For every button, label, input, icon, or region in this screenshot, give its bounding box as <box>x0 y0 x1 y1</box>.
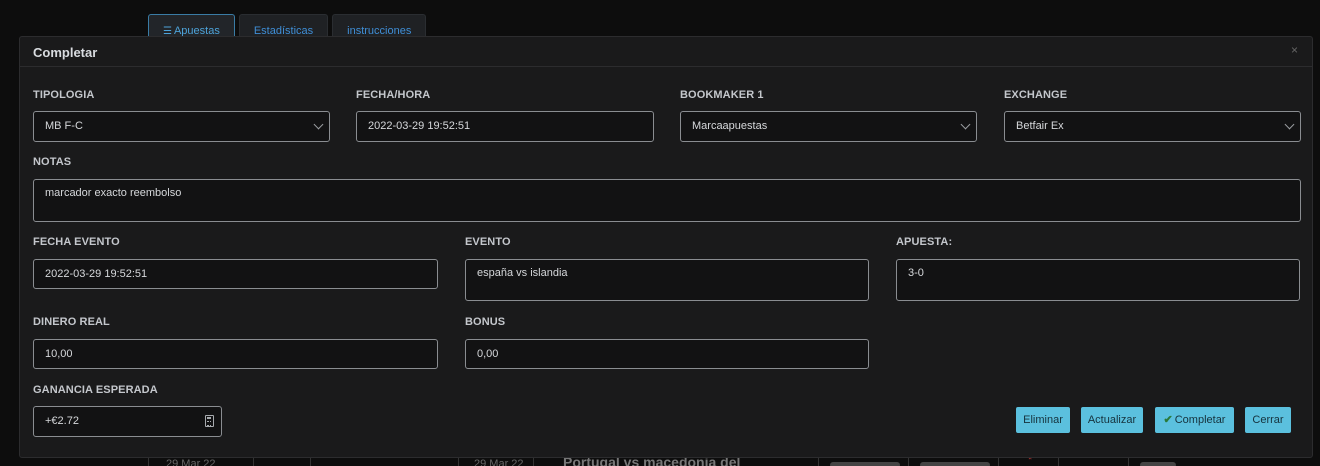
modal-header: Completar × <box>20 37 1312 67</box>
tipologia-select[interactable]: MB F-C <box>33 111 330 142</box>
completar-modal: Completar × TIPOLOGIA MB F-C FECHA/HORA … <box>19 36 1313 458</box>
row-date: 29 Mar 22 <box>474 458 524 466</box>
ganancia-value: +€2.72 <box>45 415 79 427</box>
notas-label: NOTAS <box>33 156 72 168</box>
cerrar-button[interactable]: Cerrar <box>1245 407 1291 433</box>
ganancia-input[interactable]: +€2.72 <box>33 406 222 437</box>
completar-button[interactable]: ✔ Completar <box>1155 407 1234 433</box>
bonus-value: 0,00 <box>477 348 499 360</box>
exchange-select[interactable]: Betfair Ex <box>1004 111 1301 142</box>
row-date: 29 Mar 22 <box>166 458 216 466</box>
actualizar-button[interactable]: Actualizar <box>1081 407 1143 433</box>
fecha-evento-value: 2022-03-29 19:52:51 <box>45 268 148 280</box>
row-chip <box>830 462 900 466</box>
fecha-hora-input[interactable]: 2022-03-29 19:52:51 <box>356 111 654 142</box>
check-icon: ✔ <box>1163 414 1173 426</box>
row-chip <box>920 462 990 466</box>
tipologia-value: MB F-C <box>45 120 83 132</box>
bonus-label: BONUS <box>465 316 506 328</box>
ganancia-label: GANANCIA ESPERADA <box>33 384 158 396</box>
exchange-label: EXCHANGE <box>1004 89 1068 101</box>
fecha-hora-label: FECHA/HORA <box>356 89 431 101</box>
fecha-hora-value: 2022-03-29 19:52:51 <box>368 120 471 132</box>
eliminar-button[interactable]: Eliminar <box>1016 407 1070 433</box>
tipologia-label: TIPOLOGIA <box>33 89 95 101</box>
apuesta-label: APUESTA: <box>896 236 953 248</box>
dinero-real-input[interactable]: 10,00 <box>33 339 438 369</box>
modal-title: Completar <box>33 45 98 60</box>
completar-button-label: Completar <box>1174 414 1226 426</box>
apuesta-textarea[interactable]: 3-0 <box>896 259 1300 301</box>
close-icon[interactable]: × <box>1291 43 1298 57</box>
notas-textarea[interactable]: marcador exacto reembolso <box>33 179 1301 222</box>
evento-textarea[interactable]: españa vs islandia <box>465 259 869 301</box>
bookmaker-select[interactable]: Marcaapuestas <box>680 111 977 142</box>
evento-value: españa vs islandia <box>477 267 568 279</box>
bonus-input[interactable]: 0,00 <box>465 339 869 369</box>
fecha-evento-input[interactable]: 2022-03-29 19:52:51 <box>33 259 438 289</box>
chevron-down-icon <box>313 119 324 130</box>
apuesta-value: 3-0 <box>908 267 924 279</box>
chevron-down-icon <box>1284 119 1295 130</box>
fecha-evento-label: FECHA EVENTO <box>33 236 120 248</box>
dinero-real-label: DINERO REAL <box>33 316 110 328</box>
chevron-down-icon <box>960 119 971 130</box>
row-action-button[interactable] <box>1140 462 1176 466</box>
dinero-real-value: 10,00 <box>45 348 73 360</box>
calculator-icon[interactable] <box>205 415 214 427</box>
evento-label: EVENTO <box>465 236 511 248</box>
bookmaker-value: Marcaapuestas <box>692 120 768 132</box>
bookmaker-label: BOOKMAKER 1 <box>680 89 764 101</box>
exchange-value: Betfair Ex <box>1016 120 1064 132</box>
notas-value: marcador exacto reembolso <box>45 187 182 199</box>
